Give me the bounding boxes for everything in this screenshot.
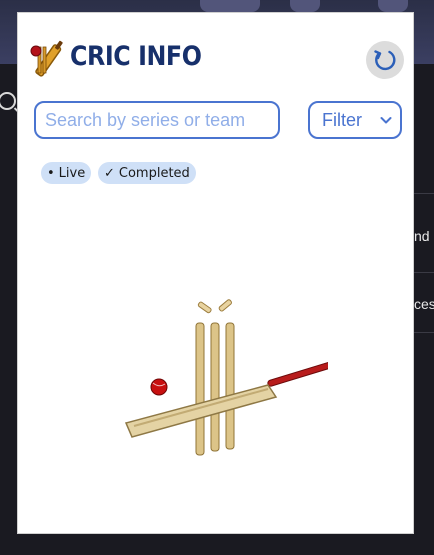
search-icon[interactable] [0, 92, 16, 110]
browser-tab[interactable] [200, 0, 260, 12]
filter-select-value: Filter [322, 109, 362, 130]
filter-select[interactable]: Filter [308, 101, 402, 139]
chip-label: Completed [118, 165, 190, 181]
refresh-button[interactable] [366, 41, 404, 79]
browser-extension-icon[interactable] [290, 0, 320, 12]
search-input[interactable] [34, 101, 280, 139]
chip-label: Live [58, 165, 86, 181]
divider [414, 332, 434, 333]
cricket-bat-ball-logo-icon [28, 39, 68, 79]
divider [414, 193, 434, 194]
host-table-header-cell: nd [414, 228, 430, 244]
extension-popup: CRIC INFO Filter • Live ✓ Completed [17, 12, 414, 534]
chip-completed[interactable]: ✓ Completed [98, 162, 196, 184]
cricket-stumps-bat-ball-icon [118, 293, 336, 463]
chip-live[interactable]: • Live [41, 162, 92, 184]
browser-profile-icon[interactable] [378, 0, 408, 12]
chevron-down-icon [380, 117, 392, 124]
app-title: CRIC INFO [70, 41, 202, 72]
refresh-icon [374, 50, 396, 71]
divider [414, 272, 434, 273]
dot-icon: • [47, 165, 55, 181]
check-icon: ✓ [104, 165, 115, 181]
host-table-cell: ces [414, 296, 434, 312]
